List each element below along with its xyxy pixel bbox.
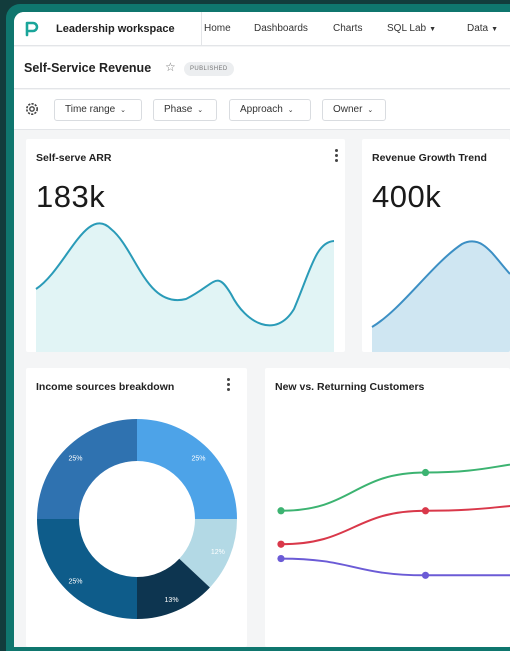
growth-area xyxy=(372,241,510,352)
slice-label: 12% xyxy=(211,549,225,556)
slice-label: 25% xyxy=(68,579,82,586)
data-point[interactable] xyxy=(421,468,430,477)
chevron-down-icon: ⌄ xyxy=(195,107,204,114)
arr-sparkline xyxy=(35,222,335,352)
filter-time-range[interactable]: Time range ⌄ xyxy=(54,99,142,121)
dashboard-title: Self-Service Revenue xyxy=(24,61,152,75)
income-donut-chart: 25% 12% 13% 25% 25% xyxy=(37,419,237,619)
filter-owner[interactable]: Owner ⌄ xyxy=(322,99,386,121)
slice-label: 25% xyxy=(192,455,206,462)
app-window: Leadership workspace Home Dashboards Cha… xyxy=(14,12,510,647)
top-navbar: Leadership workspace Home Dashboards Cha… xyxy=(14,12,510,46)
dashboard-header: Self-Service Revenue ☆ PUBLISHED xyxy=(14,47,510,89)
income-card: Income sources breakdown 25% 12% 13% 25% 25% xyxy=(26,368,247,647)
arr-card: Self-serve ARR 183k xyxy=(26,139,345,352)
chevron-down-icon: ⌄ xyxy=(285,107,294,114)
chevron-down-icon: ▼ xyxy=(429,26,437,33)
slice-label: 13% xyxy=(165,597,179,604)
nav-home-link[interactable]: Home xyxy=(204,12,231,46)
customers-line-chart xyxy=(277,463,510,579)
customers-card: New vs. Returning Customers xyxy=(265,368,510,647)
growth-sparkline xyxy=(371,240,510,352)
chevron-down-icon: ⌄ xyxy=(118,107,127,114)
data-point[interactable] xyxy=(277,540,285,548)
status-badge: PUBLISHED xyxy=(184,62,234,76)
chevron-down-icon: ▼ xyxy=(491,26,499,33)
data-point[interactable] xyxy=(421,507,430,515)
chevron-down-icon: ⌄ xyxy=(365,107,374,114)
series-line xyxy=(280,463,510,512)
series-line xyxy=(280,557,510,577)
growth-card: Revenue Growth Trend 400k xyxy=(362,139,510,352)
donut-slice[interactable] xyxy=(37,419,137,519)
filter-phase[interactable]: Phase ⌄ xyxy=(153,99,217,121)
app-logo-icon[interactable] xyxy=(20,18,42,40)
data-point[interactable] xyxy=(277,554,285,563)
data-point[interactable] xyxy=(277,507,285,515)
filter-approach[interactable]: Approach ⌄ xyxy=(229,99,311,121)
gear-icon[interactable] xyxy=(24,101,40,117)
filter-bar: Time range ⌄ Phase ⌄ Approach ⌄ Owner ⌄ xyxy=(14,90,510,130)
donut-slice[interactable] xyxy=(37,519,137,619)
donut-slice[interactable] xyxy=(137,419,237,519)
favorite-star-icon[interactable]: ☆ xyxy=(165,60,176,74)
nav-dashboards-link[interactable]: Dashboards xyxy=(254,12,308,46)
arr-area xyxy=(36,223,334,352)
nav-charts-link[interactable]: Charts xyxy=(333,12,362,46)
slice-label: 25% xyxy=(68,455,82,462)
nav-data-menu[interactable]: Data ▼ xyxy=(467,12,498,46)
series-line xyxy=(280,505,510,546)
nav-sqllab-menu[interactable]: SQL Lab ▼ xyxy=(387,12,436,46)
workspace-name[interactable]: Leadership workspace xyxy=(48,12,202,46)
data-point[interactable] xyxy=(421,571,430,579)
